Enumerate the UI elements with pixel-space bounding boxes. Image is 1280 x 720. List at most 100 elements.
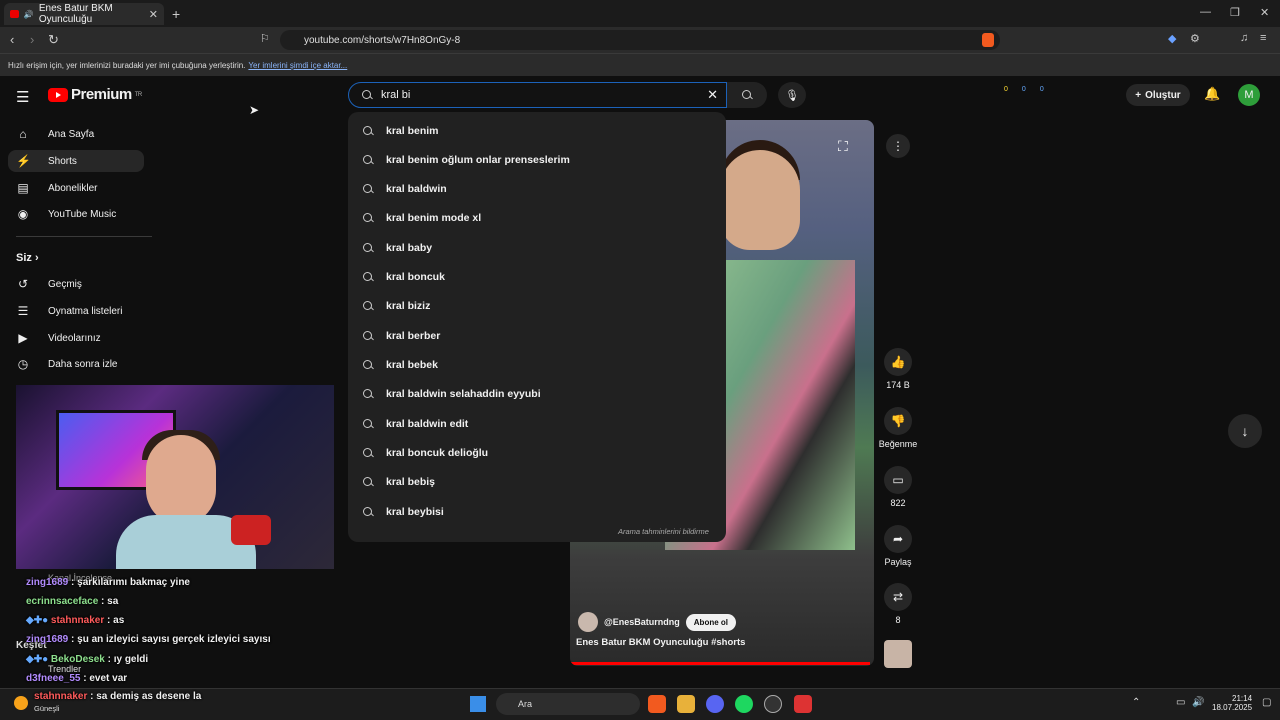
extension-stats: 0 0 0 [1004,86,1044,93]
minimize-button[interactable]: — [1200,6,1211,18]
hamburger-menu-icon[interactable]: ☰ [16,88,29,106]
search-icon [362,125,374,137]
brave-shield-icon[interactable] [982,33,994,47]
notification-center-icon[interactable]: ▢ [1262,697,1271,708]
discord-icon[interactable] [706,695,724,713]
suggestion-item[interactable]: kral bebek [362,355,438,375]
remix-count: 8 [895,615,901,625]
taskbar-clock[interactable]: 21:14 18.07.2025 [1212,694,1252,712]
sidebar-item-label: Ana Sayfa [48,128,95,140]
extension-icon[interactable]: ◆ [1168,32,1176,45]
suggestion-text: kral baldwin selahaddin eyyubi [386,388,541,400]
search-icon [362,447,374,459]
share-button[interactable]: ➦ Paylaş [880,525,916,567]
sidebar-item-playlists[interactable]: ☰ Oynatma listeleri [8,300,144,322]
subscribe-button[interactable]: Abone ol [685,613,736,631]
suggestion-item[interactable]: kral boncuk delioğlu [362,443,488,463]
steam-icon[interactable] [764,695,782,713]
report-predictions-link[interactable]: Arama tahminlerini bildirme [618,527,709,536]
chat-text: : sa demiş as desene la [87,691,202,702]
suggestion-item[interactable]: kral baldwin selahaddin eyyubi [362,384,541,404]
avatar[interactable]: M [1238,84,1260,106]
fullscreen-icon[interactable]: ⛶ [838,138,848,155]
tray-chevron-icon[interactable]: ⌃ [1132,697,1140,708]
sidebar-item-youtube-music[interactable]: ◉ YouTube Music [8,203,144,225]
suggestion-item[interactable]: kral baldwin [362,179,447,199]
comments-button[interactable]: ▭ 822 [880,466,916,508]
chat-badges-icon: ◆✚● [26,654,51,665]
sound-thumbnail[interactable] [884,640,912,668]
like-button[interactable]: 👍 174 B [880,348,916,390]
suggestion-item[interactable]: kral boncuk [362,267,445,287]
suggestion-item[interactable]: kral benim oğlum onlar prenseslerim [362,150,570,170]
channel-avatar[interactable] [578,612,598,632]
audio-icon: 🔊 [23,9,34,19]
chat-text: : şu an izleyici sayısı gerçek izleyici … [68,634,271,645]
spotify-icon[interactable] [735,695,753,713]
window-close-button[interactable]: ✕ [1260,6,1269,19]
home-icon: ⌂ [19,127,27,141]
reload-button[interactable]: ↻ [48,32,59,48]
taskbar-search[interactable]: Ara [496,693,640,715]
sidebar-item-shorts[interactable]: ⚡ Shorts [8,150,144,172]
sidebar-item-home[interactable]: ⌂ Ana Sayfa [8,123,144,145]
suggestion-item[interactable]: kral baby [362,238,432,258]
suggestion-item[interactable]: kral beybisi [362,502,444,522]
search-icon [362,330,374,342]
remix-button[interactable]: ⇄ 8 [880,583,916,625]
video-progress-bar[interactable] [570,662,870,665]
sidebar-item-watch-later[interactable]: ◷ Daha sonra izle [8,353,144,375]
close-tab-icon[interactable]: ✕ [149,8,158,21]
volume-icon[interactable]: 🔊 [1192,697,1204,708]
next-video-button[interactable]: ↓ [1228,414,1262,448]
windows-start-icon[interactable] [470,696,486,712]
back-button[interactable]: ‹ [10,32,14,47]
suggestion-item[interactable]: kral baldwin edit [362,414,468,434]
clear-search-icon[interactable]: ✕ [707,87,718,103]
search-button[interactable] [727,82,767,108]
suggestion-text: kral biziz [386,300,431,312]
media-icon[interactable]: ♫ [1240,32,1248,44]
weather-sun-icon[interactable] [14,696,28,710]
chat-user: zing1689 [26,577,69,588]
youtube-premium-logo[interactable]: Premium TR [48,86,142,103]
suggestion-item[interactable]: kral biziz [362,296,430,316]
suggestion-item[interactable]: kral benim [362,121,439,141]
sidebar-item-your-videos[interactable]: ▶ Videolarınız [8,327,144,349]
notifications-bell-icon[interactable]: 🔔 [1204,86,1220,102]
extensions-puzzle-icon[interactable]: ⚙ [1190,32,1200,45]
chat-text: : sa [98,596,119,607]
new-tab-button[interactable]: + [172,6,180,22]
suggestion-item[interactable]: kral benim mode xl [362,208,481,228]
browser-tab[interactable]: 🔊 Enes Batur BKM Oyunculuğu ✕ [4,3,164,25]
chat-text: : evet var [80,673,128,684]
suggestion-item[interactable]: kral berber [362,326,440,346]
suggestion-text: kral berber [386,330,441,342]
bookmark-icon[interactable]: ⚐ [260,32,270,45]
voice-search-button[interactable]: 🎙 [778,82,806,108]
subscriptions-icon: ▤ [17,181,29,195]
search-input[interactable]: kral bi ✕ [348,82,727,108]
import-bookmarks-link[interactable]: Yer imlerini şimdi içe aktar... [248,61,347,70]
sidebar-item-history[interactable]: ↺ Geçmiş [8,273,144,295]
menu-icon[interactable]: ≡ [1260,32,1266,44]
short-title[interactable]: Enes Batur BKM Oyunculuğu #shorts [576,637,745,648]
file-explorer-icon[interactable] [677,695,695,713]
tab-title: Enes Batur BKM Oyunculuğu [38,3,113,25]
app-icon[interactable] [794,695,812,713]
dislike-button[interactable]: 👎 Beğenme [879,407,917,449]
sidebar-item-subscriptions[interactable]: ▤ Abonelikler [8,177,144,199]
search-icon [741,89,753,101]
suggestion-item[interactable]: kral bebiş [362,472,435,492]
network-icon[interactable]: ▭ [1176,697,1185,708]
more-options-icon[interactable]: ⋮ [886,134,910,158]
weather-label: Güneşli [34,704,60,713]
sidebar-you-heading[interactable]: Siz › [16,252,39,264]
maximize-button[interactable]: ❐ [1230,6,1240,19]
address-bar[interactable]: youtube.com/shorts/w7Hn8OnGy-8 [280,30,1000,50]
create-button[interactable]: + Oluştur [1126,84,1190,106]
chat-user: stahnnaker [34,691,88,702]
brave-browser-icon[interactable] [648,695,666,713]
forward-button[interactable]: › [30,32,34,47]
channel-name[interactable]: @EnesBaturndng [604,617,680,627]
